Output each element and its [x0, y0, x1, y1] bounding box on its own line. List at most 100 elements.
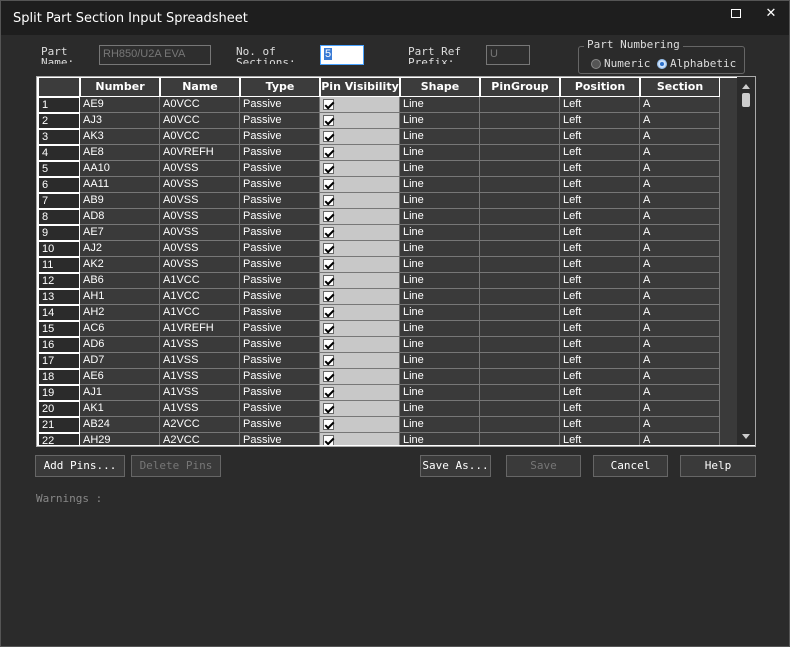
- cell-name[interactable]: A1VREFH: [160, 321, 240, 337]
- cell-section[interactable]: A: [640, 401, 720, 417]
- cell-name[interactable]: A1VSS: [160, 353, 240, 369]
- cell-number[interactable]: AJ3: [80, 113, 160, 129]
- part-name-field[interactable]: RH850/U2A EVA: [99, 45, 211, 65]
- cell-shape[interactable]: Line: [400, 193, 480, 209]
- cell-type[interactable]: Passive: [240, 225, 320, 241]
- cell-type[interactable]: Passive: [240, 289, 320, 305]
- cell-position[interactable]: Left: [560, 353, 640, 369]
- cell-position[interactable]: Left: [560, 305, 640, 321]
- table-row[interactable]: 17 AD7 A1VSS Passive Line Left A: [38, 353, 738, 369]
- cell-index[interactable]: 4: [38, 145, 80, 161]
- checkbox-checked-icon[interactable]: [323, 291, 334, 302]
- cell-section[interactable]: A: [640, 305, 720, 321]
- cell-type[interactable]: Passive: [240, 129, 320, 145]
- cell-pin-visibility[interactable]: [320, 209, 400, 225]
- checkbox-checked-icon[interactable]: [323, 195, 334, 206]
- cell-section[interactable]: A: [640, 337, 720, 353]
- cell-position[interactable]: Left: [560, 145, 640, 161]
- checkbox-checked-icon[interactable]: [323, 339, 334, 350]
- cell-type[interactable]: Passive: [240, 433, 320, 445]
- column-header-number[interactable]: Number: [80, 78, 160, 97]
- cell-type[interactable]: Passive: [240, 353, 320, 369]
- cell-position[interactable]: Left: [560, 321, 640, 337]
- checkbox-checked-icon[interactable]: [323, 131, 334, 142]
- checkbox-checked-icon[interactable]: [323, 163, 334, 174]
- cell-name[interactable]: A2VCC: [160, 433, 240, 445]
- cell-pin-visibility[interactable]: [320, 257, 400, 273]
- checkbox-checked-icon[interactable]: [323, 99, 334, 110]
- checkbox-checked-icon[interactable]: [323, 323, 334, 334]
- cell-pingroup[interactable]: [480, 369, 560, 385]
- scroll-down-icon[interactable]: [742, 434, 750, 439]
- column-header-type[interactable]: Type: [240, 78, 320, 97]
- cell-number[interactable]: AE6: [80, 369, 160, 385]
- cell-index[interactable]: 2: [38, 113, 80, 129]
- cell-shape[interactable]: Line: [400, 241, 480, 257]
- cell-pingroup[interactable]: [480, 129, 560, 145]
- cell-pin-visibility[interactable]: [320, 177, 400, 193]
- cell-pin-visibility[interactable]: [320, 241, 400, 257]
- cell-shape[interactable]: Line: [400, 177, 480, 193]
- cell-shape[interactable]: Line: [400, 289, 480, 305]
- cell-position[interactable]: Left: [560, 225, 640, 241]
- vertical-scrollbar[interactable]: [737, 77, 755, 445]
- cell-index[interactable]: 6: [38, 177, 80, 193]
- column-header-name[interactable]: Name: [160, 78, 240, 97]
- cell-pin-visibility[interactable]: [320, 353, 400, 369]
- table-row[interactable]: 5 AA10 A0VSS Passive Line Left A: [38, 161, 738, 177]
- cell-pingroup[interactable]: [480, 145, 560, 161]
- cell-section[interactable]: A: [640, 321, 720, 337]
- numeric-radio[interactable]: Numeric: [591, 57, 650, 70]
- cell-name[interactable]: A1VSS: [160, 401, 240, 417]
- cell-index[interactable]: 11: [38, 257, 80, 273]
- cell-name[interactable]: A1VSS: [160, 385, 240, 401]
- cell-position[interactable]: Left: [560, 257, 640, 273]
- checkbox-checked-icon[interactable]: [323, 179, 334, 190]
- cell-number[interactable]: AH2: [80, 305, 160, 321]
- cell-index[interactable]: 19: [38, 385, 80, 401]
- table-row[interactable]: 18 AE6 A1VSS Passive Line Left A: [38, 369, 738, 385]
- cell-pingroup[interactable]: [480, 289, 560, 305]
- cell-number[interactable]: AE8: [80, 145, 160, 161]
- cell-section[interactable]: A: [640, 417, 720, 433]
- column-header-section[interactable]: Section: [640, 78, 720, 97]
- cell-name[interactable]: A0VCC: [160, 97, 240, 113]
- cell-number[interactable]: AK2: [80, 257, 160, 273]
- cell-pingroup[interactable]: [480, 273, 560, 289]
- checkbox-checked-icon[interactable]: [323, 435, 334, 445]
- cell-number[interactable]: AB9: [80, 193, 160, 209]
- cell-section[interactable]: A: [640, 209, 720, 225]
- cell-index[interactable]: 17: [38, 353, 80, 369]
- cell-index[interactable]: 9: [38, 225, 80, 241]
- cell-section[interactable]: A: [640, 385, 720, 401]
- cell-type[interactable]: Passive: [240, 369, 320, 385]
- cell-pingroup[interactable]: [480, 209, 560, 225]
- cell-shape[interactable]: Line: [400, 433, 480, 445]
- cell-pin-visibility[interactable]: [320, 129, 400, 145]
- cell-pingroup[interactable]: [480, 305, 560, 321]
- cell-name[interactable]: A0VCC: [160, 113, 240, 129]
- cell-shape[interactable]: Line: [400, 97, 480, 113]
- cell-pin-visibility[interactable]: [320, 433, 400, 445]
- table-row[interactable]: 13 AH1 A1VCC Passive Line Left A: [38, 289, 738, 305]
- cell-type[interactable]: Passive: [240, 145, 320, 161]
- cell-shape[interactable]: Line: [400, 385, 480, 401]
- cell-type[interactable]: Passive: [240, 385, 320, 401]
- cell-type[interactable]: Passive: [240, 177, 320, 193]
- cell-name[interactable]: A0VSS: [160, 225, 240, 241]
- table-row[interactable]: 8 AD8 A0VSS Passive Line Left A: [38, 209, 738, 225]
- column-header-index[interactable]: [38, 78, 80, 97]
- cell-number[interactable]: AH1: [80, 289, 160, 305]
- cell-pingroup[interactable]: [480, 401, 560, 417]
- cell-shape[interactable]: Line: [400, 417, 480, 433]
- cell-name[interactable]: A0VSS: [160, 161, 240, 177]
- checkbox-checked-icon[interactable]: [323, 259, 334, 270]
- cell-position[interactable]: Left: [560, 417, 640, 433]
- cell-section[interactable]: A: [640, 433, 720, 445]
- pin-spreadsheet[interactable]: Number Name Type Pin Visibility Shape PinGrou…: [36, 76, 756, 447]
- checkbox-checked-icon[interactable]: [323, 211, 334, 222]
- cell-shape[interactable]: Line: [400, 337, 480, 353]
- cell-section[interactable]: A: [640, 129, 720, 145]
- cell-pin-visibility[interactable]: [320, 97, 400, 113]
- cell-index[interactable]: 12: [38, 273, 80, 289]
